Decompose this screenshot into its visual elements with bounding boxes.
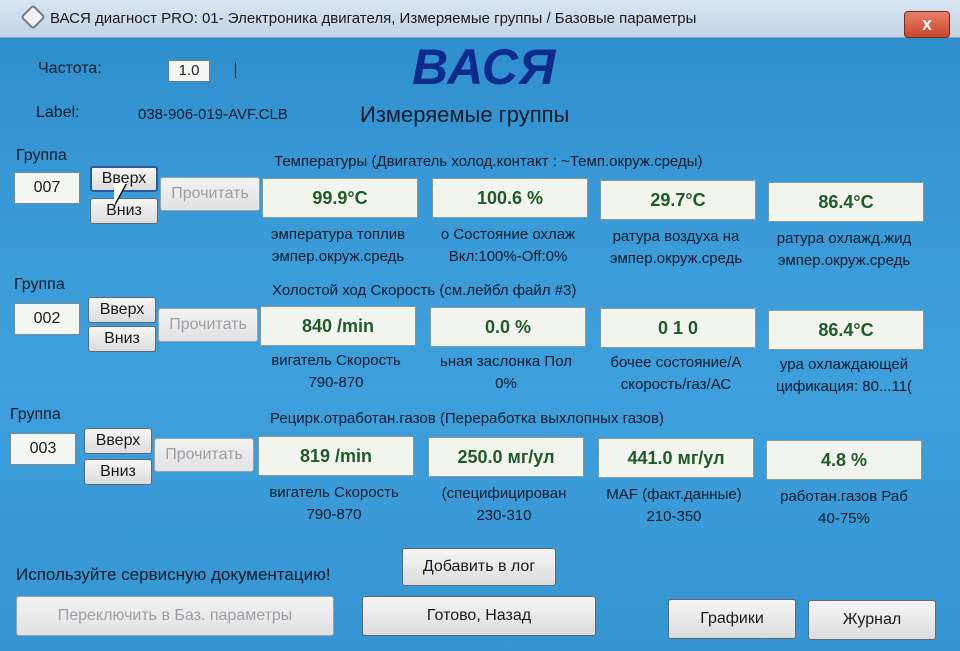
group-2-number[interactable]: 002 — [14, 303, 80, 335]
group-3-read-button[interactable]: Прочитать — [154, 438, 254, 472]
group-1-field-3-desc-2: эмпер.окруж.средь — [609, 250, 743, 267]
group-3-field-1-value: 819 /min — [258, 436, 414, 476]
group-2-label: Группа — [14, 276, 65, 293]
group-2-field-4-desc-2: цификация: 80...11( — [775, 378, 913, 395]
group-2-field-3-desc: бочее состояние/А — [610, 354, 742, 371]
journal-button[interactable]: Журнал — [808, 600, 936, 640]
title-bar: ВАСЯ диагност PRO: 01- Электроника двига… — [0, 0, 960, 38]
group-2-field-3-value: 0 1 0 — [600, 308, 756, 348]
group-1-number[interactable]: 007 — [14, 172, 80, 204]
group-1-field-1-desc-2: эмпер.окруж.средь — [271, 248, 405, 265]
group-1-field-2-desc-2: Вкл:100%-Off:0% — [448, 248, 568, 265]
add-to-log-button[interactable]: Добавить в лог — [402, 548, 556, 586]
group-3-field-2-value: 250.0 мг/ул — [428, 437, 584, 477]
group-2-field-1-desc-2: 790-870 — [308, 374, 364, 391]
mouse-cursor-icon — [114, 183, 126, 205]
group-1-field-4-desc-2: эмпер.окруж.средь — [777, 252, 911, 269]
group-1-label: Группа — [16, 147, 67, 164]
frequency-value: 1.0 — [168, 60, 210, 82]
group-2-field-2-desc-2: 0% — [495, 375, 517, 392]
group-2-field-1-value: 840 /min — [260, 306, 416, 346]
group-1-read-button[interactable]: Прочитать — [160, 177, 260, 211]
group-1-field-3-desc: ратура воздуха на — [612, 228, 740, 245]
group-1-field-1-desc: эмпература топлив — [270, 226, 406, 243]
main-window: ВАСЯ диагност PRO: 01- Электроника двига… — [0, 0, 960, 651]
group-2-field-4-desc: ура охлаждающей — [779, 356, 909, 373]
group-1-field-2-desc: о Состояние охлаж — [440, 226, 576, 243]
group-3-field-2-desc-2: 230-310 — [476, 507, 532, 524]
group-3-field-4-desc-2: 40-75% — [818, 510, 870, 527]
done-back-button[interactable]: Готово, Назад — [362, 596, 596, 636]
group-1-title: Температуры (Двигатель холод.контакт : ~… — [274, 153, 703, 170]
group-3-field-1-desc-2: 790-870 — [306, 506, 362, 523]
frequency-label: Частота: — [38, 60, 102, 77]
switch-base-params-button[interactable]: Переключить в Баз. параметры — [16, 596, 334, 636]
group-3-down-button[interactable]: Вниз — [84, 459, 152, 485]
group-3-field-4-value: 4.8 % — [766, 440, 922, 480]
group-2-title: Холостой ход Скорость (см.лейбл файл #3) — [272, 282, 577, 299]
group-2-field-3-desc-2: скорость/газ/АС — [620, 376, 732, 393]
label-file-name: 038-906-019-AVF.CLB — [138, 106, 288, 123]
group-3-label: Группа — [10, 406, 61, 423]
frequency-separator — [235, 62, 236, 78]
group-2-field-2-desc: ьная заслонка Пол — [440, 353, 572, 370]
close-button[interactable]: x — [904, 11, 950, 38]
group-3-field-4-desc: работан.газов Раб — [780, 488, 908, 505]
group-3-field-2-desc: (специфицирован — [441, 485, 567, 502]
group-1-field-2-value: 100.6 % — [432, 178, 588, 218]
graphs-button[interactable]: Графики — [668, 599, 796, 639]
group-1-field-4-value: 86.4°C — [768, 182, 924, 222]
group-2-field-1-desc: вигатель Скорость — [271, 352, 401, 369]
window-title: ВАСЯ диагност PRO: 01- Электроника двига… — [50, 10, 697, 27]
page-title: Измеряемые группы — [360, 102, 570, 127]
group-2-down-button[interactable]: Вниз — [88, 326, 156, 352]
app-icon — [20, 4, 46, 30]
group-3-up-button[interactable]: Вверх — [84, 428, 152, 454]
group-3-number[interactable]: 003 — [10, 433, 76, 465]
app-logo: ВАСЯ — [412, 39, 557, 95]
group-3-field-3-value: 441.0 мг/ул — [598, 438, 754, 478]
group-2-up-button[interactable]: Вверх — [88, 297, 156, 323]
group-2-field-4-value: 86.4°C — [768, 310, 924, 350]
group-2-read-button[interactable]: Прочитать — [158, 308, 258, 342]
group-3-title: Рецирк.отработан.газов (Переработка выхл… — [270, 410, 664, 427]
label-caption: Label: — [36, 104, 80, 121]
group-2-field-2-value: 0.0 % — [430, 307, 586, 347]
group-3-field-3-desc: MAF (факт.данные) — [606, 486, 742, 503]
group-1-field-3-value: 29.7°C — [600, 180, 756, 220]
service-docs-hint: Используйте сервисную документацию! — [16, 565, 331, 584]
group-1-field-4-desc: ратура охлажд.жид — [776, 230, 912, 247]
group-3-field-1-desc: вигатель Скорость — [269, 484, 399, 501]
group-3-field-3-desc-2: 210-350 — [646, 508, 702, 525]
group-1-field-1-value: 99.9°C — [262, 178, 418, 218]
